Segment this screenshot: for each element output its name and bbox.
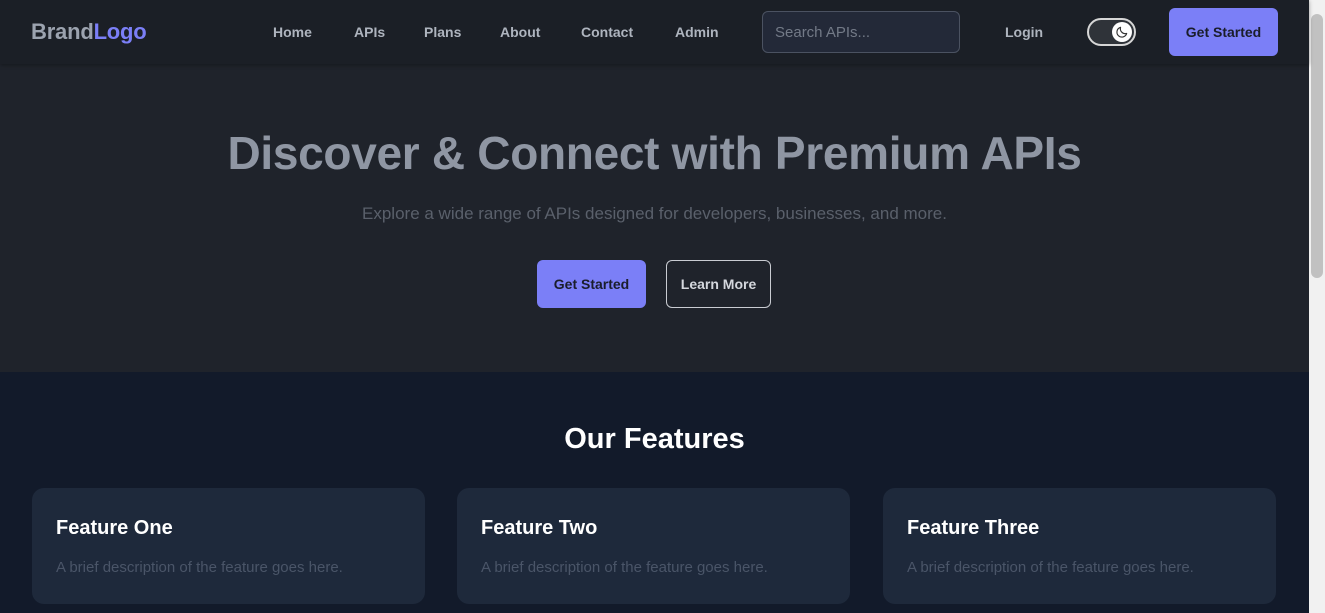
feature-card-description: A brief description of the feature goes … xyxy=(56,559,343,576)
feature-card-title: Feature Two xyxy=(481,517,598,539)
brand-logo[interactable]: BrandLogo xyxy=(31,19,147,45)
scrollbar-thumb[interactable] xyxy=(1311,14,1323,278)
brand-logo-part1: Brand xyxy=(31,19,94,44)
hero-section: Discover & Connect with Premium APIs Exp… xyxy=(0,64,1309,372)
moon-icon xyxy=(1116,26,1128,38)
nav-link-apis[interactable]: APIs xyxy=(354,23,385,41)
nav-link-home[interactable]: Home xyxy=(273,23,312,41)
nav-link-admin[interactable]: Admin xyxy=(675,23,719,41)
feature-card-description: A brief description of the feature goes … xyxy=(481,559,768,576)
page-scrollbar[interactable] xyxy=(1309,0,1325,613)
features-section: Our Features Feature One A brief descrip… xyxy=(0,372,1309,613)
hero-title: Discover & Connect with Premium APIs xyxy=(227,127,1082,179)
features-title: Our Features xyxy=(564,423,745,455)
toggle-knob xyxy=(1112,22,1132,42)
feature-card-title: Feature Three xyxy=(907,517,1040,539)
feature-card: Feature Three A brief description of the… xyxy=(883,488,1276,604)
nav-link-contact[interactable]: Contact xyxy=(581,23,633,41)
feature-card-description: A brief description of the feature goes … xyxy=(907,559,1194,576)
learn-more-button[interactable]: Learn More xyxy=(666,260,771,308)
navbar: BrandLogo Home APIs Plans About Contact … xyxy=(0,0,1309,64)
theme-toggle[interactable] xyxy=(1087,18,1136,46)
feature-card-title: Feature One xyxy=(56,517,173,539)
hero-subtitle: Explore a wide range of APIs designed fo… xyxy=(362,204,947,223)
nav-link-plans[interactable]: Plans xyxy=(424,23,461,41)
brand-logo-part2: Logo xyxy=(93,19,147,44)
login-link[interactable]: Login xyxy=(1005,23,1043,41)
search-input[interactable] xyxy=(762,11,960,53)
hero-get-started-button[interactable]: Get Started xyxy=(537,260,646,308)
nav-link-about[interactable]: About xyxy=(500,23,540,41)
feature-card: Feature One A brief description of the f… xyxy=(32,488,425,604)
nav-get-started-button[interactable]: Get Started xyxy=(1169,8,1278,56)
feature-card: Feature Two A brief description of the f… xyxy=(457,488,850,604)
